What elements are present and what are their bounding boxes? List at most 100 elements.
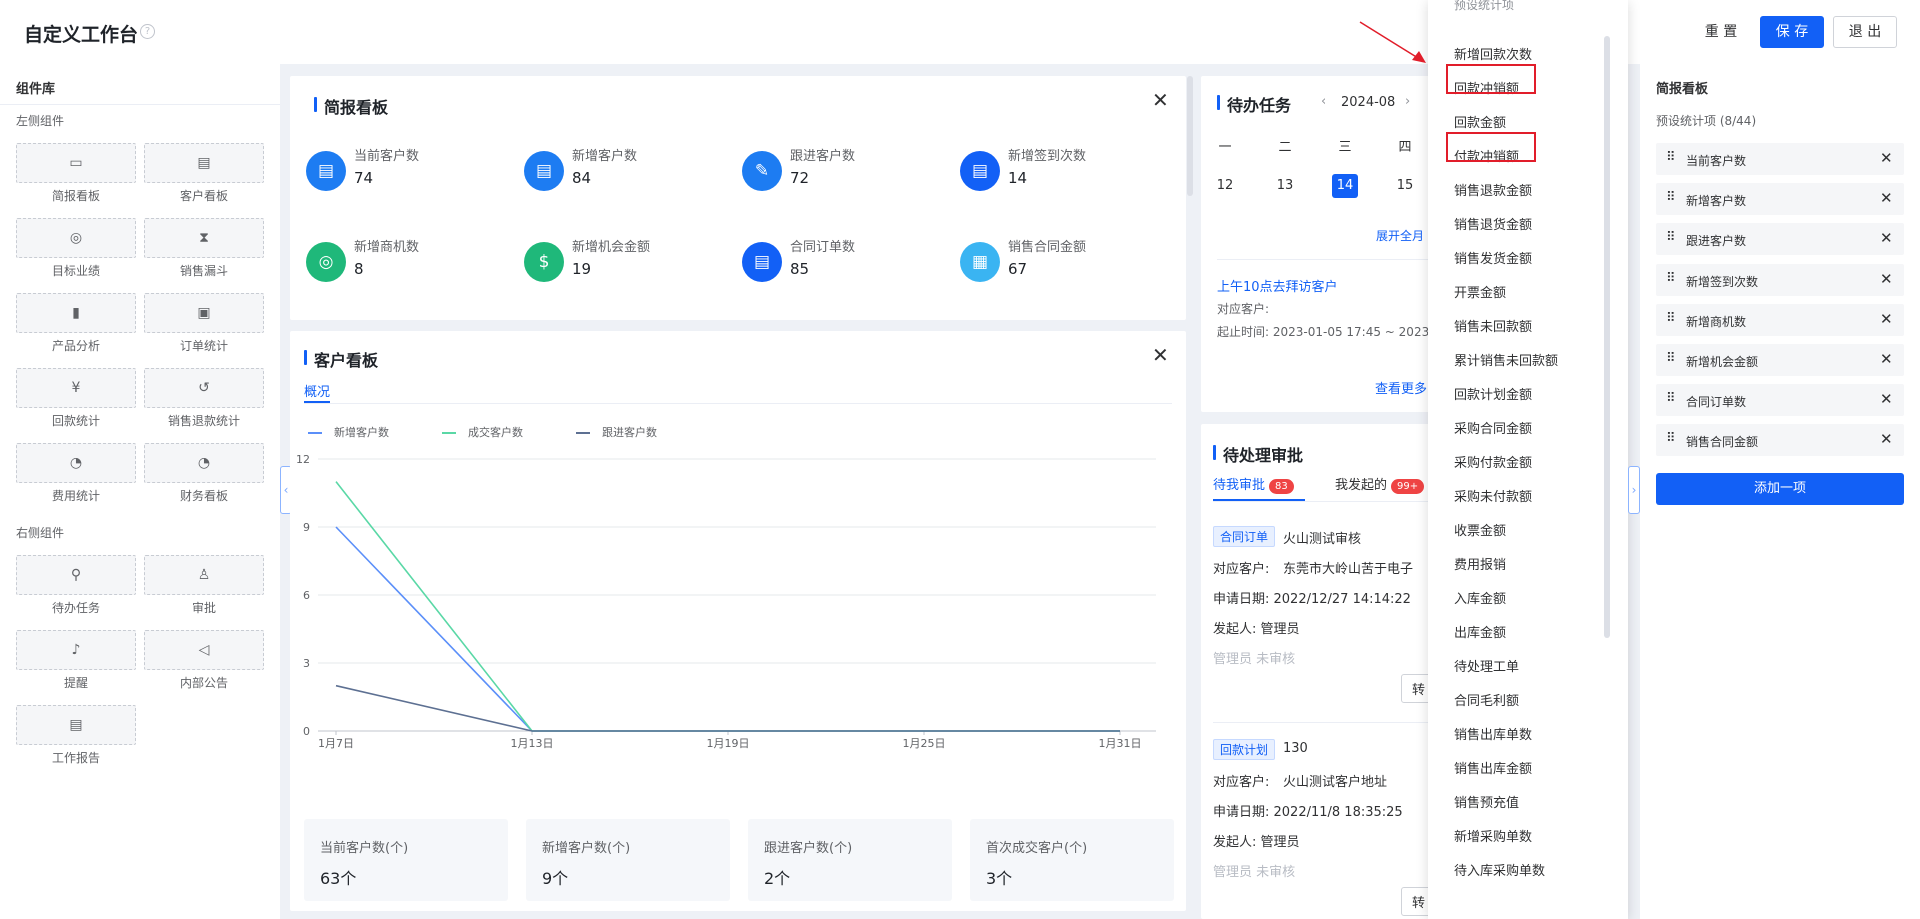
customer-close-icon[interactable]: ✕ [1152, 345, 1169, 365]
dropdown-item[interactable]: 累计销售未回款额 [1454, 350, 1558, 369]
library-item-right_items-1[interactable]: ♙ [144, 555, 264, 595]
preset-item[interactable]: ⠿ 新增商机数 ✕ [1656, 303, 1904, 336]
todo-card[interactable]: 待办任务 ‹ 2024-08 › 一 二 三 四 12 13 14 15 展开全月 上午10点… [1201, 76, 1431, 412]
remove-icon[interactable]: ✕ [1880, 350, 1893, 368]
approval-name[interactable]: 火山测试审核 [1283, 528, 1361, 547]
approval-action-button[interactable]: 转 [1401, 674, 1431, 703]
dropdown-item[interactable]: 销售预充值 [1454, 792, 1519, 811]
remove-icon[interactable]: ✕ [1880, 149, 1893, 167]
dropdown-item[interactable]: 回款计划金额 [1454, 384, 1532, 403]
dropdown-item[interactable]: 新增采购单数 [1454, 826, 1532, 845]
brief-close-icon[interactable]: ✕ [1152, 90, 1169, 110]
view-more-link[interactable]: 查看更多 [1375, 378, 1427, 397]
dropdown-item[interactable]: 新增回款次数 [1454, 44, 1532, 63]
main-scrollbar[interactable] [1187, 76, 1193, 196]
dropdown-item[interactable]: 待处理工单 [1454, 656, 1519, 675]
dropdown-item[interactable]: 采购付款金额 [1454, 452, 1532, 471]
library-item-left_items-9[interactable]: ◔ [144, 443, 264, 483]
library-item-left_items-5[interactable]: ▣ [144, 293, 264, 333]
preset-item[interactable]: ⠿ 当前客户数 ✕ [1656, 143, 1904, 175]
add-item-button[interactable]: 添加一项 [1656, 473, 1904, 505]
legend-item[interactable]: 成交客户数 [442, 424, 523, 440]
drag-handle-icon[interactable]: ⠿ [1666, 311, 1675, 326]
tab-overview[interactable]: 概况 [304, 381, 330, 400]
help-icon[interactable]: ? [140, 24, 155, 39]
library-item-left_items-4[interactable]: ▮ [16, 293, 136, 333]
approval-action-button[interactable]: 转 [1401, 887, 1431, 916]
approval-name[interactable]: 130 [1283, 741, 1308, 756]
drag-handle-icon[interactable]: ⠿ [1666, 230, 1675, 245]
remove-icon[interactable]: ✕ [1880, 390, 1893, 408]
dropdown-scrollbar[interactable] [1604, 36, 1610, 638]
library-item-right_items-0[interactable]: ⚲ [16, 555, 136, 595]
preset-item[interactable]: ⠿ 合同订单数 ✕ [1656, 384, 1904, 417]
calendar-day[interactable]: 13 [1272, 174, 1298, 198]
dropdown-item[interactable]: 销售退货金额 [1454, 214, 1532, 233]
library-item-right_items-2[interactable]: ♪ [16, 630, 136, 670]
drag-handle-icon[interactable]: ⠿ [1666, 150, 1675, 165]
dropdown-item[interactable]: 销售退款金额 [1454, 180, 1532, 199]
legend-item[interactable]: 跟进客户数 [576, 424, 657, 440]
dropdown-item[interactable]: 回款金额 [1454, 112, 1506, 131]
calendar-day[interactable]: 15 [1392, 174, 1418, 198]
dropdown-item[interactable]: 待入库采购单数 [1454, 860, 1545, 879]
brief-board-card[interactable]: 简报看板 ✕ ▤ 当前客户数 74 ▤ 新增客户数 84 ✎ 跟进客户数 72 ▤ 新增签到次数 14… [290, 76, 1186, 320]
dropdown-item[interactable]: 出库金额 [1454, 622, 1506, 641]
drag-handle-icon[interactable]: ⠿ [1666, 431, 1675, 446]
library-item-left_items-0[interactable]: ▭ [16, 143, 136, 183]
library-item-right_items-3[interactable]: ◁ [144, 630, 264, 670]
remove-icon[interactable]: ✕ [1880, 229, 1893, 247]
tab-initiated[interactable]: 我发起的 99+ [1335, 474, 1425, 494]
tab-pending-mine[interactable]: 待我审批 83 [1213, 474, 1294, 494]
preset-item[interactable]: ⠿ 新增机会金额 ✕ [1656, 344, 1904, 376]
right-collapse-handle[interactable]: › [1628, 466, 1640, 514]
remove-icon[interactable]: ✕ [1880, 270, 1893, 288]
expand-month-link[interactable]: 展开全月 [1376, 227, 1424, 244]
prev-month-icon[interactable]: ‹ [1321, 94, 1326, 109]
approval-customer-link[interactable]: 火山测试客户地址 [1283, 771, 1387, 790]
drag-handle-icon[interactable]: ⠿ [1666, 271, 1675, 286]
customer-board-card[interactable]: 客户看板 ✕ 概况 新增客户数 成交客户数 跟进客户数 0 3 6 9 12 1月7日 1月13… [290, 331, 1186, 911]
remove-icon[interactable]: ✕ [1880, 189, 1893, 207]
remove-icon[interactable]: ✕ [1880, 310, 1893, 328]
dropdown-item[interactable]: 合同毛利额 [1454, 690, 1519, 709]
dropdown-item[interactable]: 开票金额 [1454, 282, 1506, 301]
dropdown-item[interactable]: 采购合同金额 [1454, 418, 1532, 437]
preset-item[interactable]: ⠿ 新增签到次数 ✕ [1656, 263, 1904, 296]
task-title[interactable]: 上午10点去拜访客户 [1217, 276, 1338, 295]
save-button[interactable]: 保 存 [1760, 16, 1824, 48]
dropdown-item[interactable]: 入库金额 [1454, 588, 1506, 607]
dropdown-item[interactable]: 费用报销 [1454, 554, 1506, 573]
drag-handle-icon[interactable]: ⠿ [1666, 351, 1675, 366]
dropdown-item[interactable]: 收票金额 [1454, 520, 1506, 539]
library-item-left_items-8[interactable]: ◔ [16, 443, 136, 483]
y-tick-label: 6 [303, 589, 310, 602]
dropdown-item[interactable]: 销售出库金额 [1454, 758, 1532, 777]
next-month-icon[interactable]: › [1405, 94, 1410, 109]
library-item-left_items-2[interactable]: ◎ [16, 218, 136, 258]
approval-card[interactable]: 待处理审批 待我审批 83 我发起的 99+ 合同订单 火山测试审核 对应客户: 东莞市大… [1201, 424, 1431, 919]
preset-item[interactable]: ⠿ 销售合同金额 ✕ [1656, 424, 1904, 457]
drag-handle-icon[interactable]: ⠿ [1666, 391, 1675, 406]
x-tick-label: 1月7日 [318, 737, 354, 750]
library-item-left_items-3[interactable]: ⧗ [144, 218, 264, 258]
reset-button[interactable]: 重 置 [1686, 16, 1756, 48]
calendar-day[interactable]: 12 [1212, 174, 1238, 198]
exit-button[interactable]: 退 出 [1833, 16, 1897, 48]
library-item-left_items-1[interactable]: ▤ [144, 143, 264, 183]
stat-item-dropdown[interactable]: 预设统计项 新增回款次数 回款冲销额 回款金额 付款冲销额 销售退款金额 销售退货金额 销售… [1428, 0, 1628, 919]
dropdown-item[interactable]: 销售发货金额 [1454, 248, 1532, 267]
preset-item[interactable]: ⠿ 新增客户数 ✕ [1656, 183, 1904, 216]
legend-item[interactable]: 新增客户数 [308, 424, 389, 440]
dropdown-item[interactable]: 采购未付款额 [1454, 486, 1532, 505]
drag-handle-icon[interactable]: ⠿ [1666, 190, 1675, 205]
dropdown-item[interactable]: 销售出库单数 [1454, 724, 1532, 743]
preset-item[interactable]: ⠿ 跟进客户数 ✕ [1656, 223, 1904, 256]
library-item-left_items-7[interactable]: ↺ [144, 368, 264, 408]
calendar-day-today[interactable]: 14 [1332, 174, 1358, 198]
approval-customer-link[interactable]: 东莞市大岭山苦于电子 [1283, 558, 1413, 577]
library-item-right_items-4[interactable]: ▤ [16, 705, 136, 745]
remove-icon[interactable]: ✕ [1880, 430, 1893, 448]
library-item-left_items-6[interactable]: ¥ [16, 368, 136, 408]
dropdown-item[interactable]: 销售未回款额 [1454, 316, 1532, 335]
